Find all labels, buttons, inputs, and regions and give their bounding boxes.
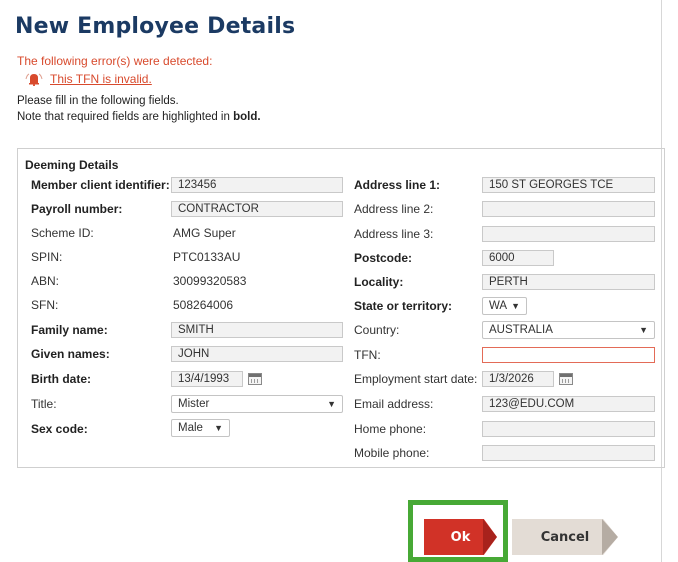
cancel-button-label: Cancel: [540, 529, 590, 545]
given-names-input[interactable]: JOHN: [171, 346, 343, 362]
mobile-phone-input[interactable]: [482, 445, 655, 461]
error-heading: The following error(s) were detected:: [17, 54, 213, 68]
label-mobile-phone: Mobile phone:: [354, 446, 430, 460]
label-address-line-1: Address line 1:: [354, 178, 441, 192]
payroll-number-input[interactable]: CONTRACTOR: [171, 201, 343, 217]
deeming-details-fieldset: [17, 148, 665, 468]
label-sfn: SFN:: [31, 298, 59, 312]
email-address-input[interactable]: 123@EDU.COM: [482, 396, 655, 412]
birth-date-input[interactable]: 13/4/1993: [171, 371, 243, 387]
scheme-id-value: AMG Super: [173, 226, 236, 240]
error-item: This TFN is invalid.: [24, 72, 152, 86]
label-email-address: Email address:: [354, 397, 434, 411]
address-line-1-input[interactable]: 150 ST GEORGES TCE: [482, 177, 655, 193]
label-payroll-number: Payroll number:: [31, 202, 123, 216]
state-select-value: WA: [489, 300, 508, 312]
chevron-down-icon: ▼: [511, 301, 520, 311]
ok-button[interactable]: Ok: [424, 519, 497, 555]
title-select-value: Mister: [178, 398, 210, 410]
section-legend: Deeming Details: [25, 158, 119, 172]
label-locality: Locality:: [354, 275, 404, 289]
bell-icon: [25, 73, 43, 86]
label-given-names: Given names:: [31, 347, 110, 361]
locality-input[interactable]: PERTH: [482, 274, 655, 290]
page: New Employee Details The following error…: [0, 0, 665, 562]
label-tfn: TFN:: [354, 348, 381, 362]
label-state-or-territory: State or territory:: [354, 299, 453, 313]
chevron-down-icon: ▼: [639, 325, 648, 335]
abn-value: 30099320583: [173, 274, 247, 288]
label-member-client-identifier: Member client identifier:: [31, 178, 170, 192]
member-client-identifier-input[interactable]: 123456: [171, 177, 343, 193]
chevron-down-icon: ▼: [214, 423, 223, 433]
employment-start-date-input[interactable]: 1/3/2026: [482, 371, 554, 387]
instructions-line2: Note that required fields are highlighte…: [17, 111, 261, 123]
label-address-line-2: Address line 2:: [354, 202, 434, 216]
error-link-tfn[interactable]: This TFN is invalid.: [50, 72, 152, 86]
spin-value: PTC0133AU: [173, 250, 241, 264]
sfn-value: 508264006: [173, 298, 234, 312]
family-name-input[interactable]: SMITH: [171, 322, 343, 338]
cancel-button-arrow: [602, 519, 618, 555]
instructions-bold: bold.: [233, 111, 261, 123]
instructions-text: Note that required fields are highlighte…: [17, 111, 230, 123]
label-family-name: Family name:: [31, 323, 108, 337]
title-select[interactable]: Mister ▼: [171, 395, 343, 413]
label-address-line-3: Address line 3:: [354, 227, 434, 241]
label-spin: SPIN:: [31, 250, 63, 264]
label-country: Country:: [354, 323, 400, 337]
calendar-icon[interactable]: [559, 373, 573, 385]
sex-code-select-value: Male: [178, 422, 203, 434]
home-phone-input[interactable]: [482, 421, 655, 437]
calendar-icon[interactable]: [248, 373, 262, 385]
instructions-line1: Please fill in the following fields.: [17, 95, 179, 107]
chevron-down-icon: ▼: [327, 399, 336, 409]
tfn-input[interactable]: [482, 347, 655, 363]
label-postcode: Postcode:: [354, 251, 413, 265]
label-scheme-id: Scheme ID:: [31, 226, 94, 240]
label-abn: ABN:: [31, 274, 60, 288]
state-select[interactable]: WA ▼: [482, 297, 527, 315]
label-home-phone: Home phone:: [354, 422, 427, 436]
postcode-input[interactable]: 6000: [482, 250, 554, 266]
label-birth-date: Birth date:: [31, 372, 91, 386]
page-title: New Employee Details: [15, 14, 296, 39]
address-line-3-input[interactable]: [482, 226, 655, 242]
cancel-button[interactable]: Cancel: [512, 519, 618, 555]
label-title: Title:: [31, 397, 57, 411]
ok-button-label: Ok: [450, 529, 471, 545]
country-select-value: AUSTRALIA: [489, 324, 553, 336]
sex-code-select[interactable]: Male ▼: [171, 419, 230, 437]
label-sex-code: Sex code:: [31, 422, 88, 436]
country-select[interactable]: AUSTRALIA ▼: [482, 321, 655, 339]
address-line-2-input[interactable]: [482, 201, 655, 217]
label-employment-start-date: Employment start date:: [354, 372, 478, 386]
